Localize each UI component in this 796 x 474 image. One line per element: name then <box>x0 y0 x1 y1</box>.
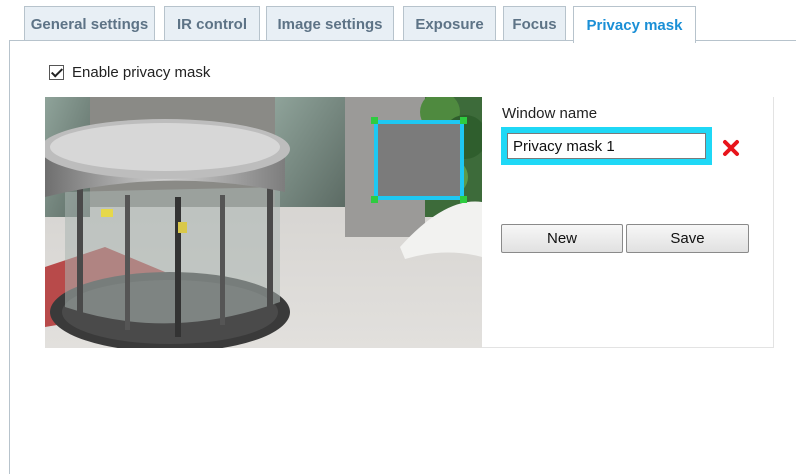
window-name-highlight <box>501 127 712 165</box>
enable-privacy-mask-row[interactable]: Enable privacy mask <box>49 60 210 84</box>
delete-icon[interactable] <box>722 139 740 157</box>
tab-bar: General settings IR control Image settin… <box>0 0 796 43</box>
enable-privacy-mask-checkbox[interactable] <box>49 64 64 80</box>
enable-privacy-mask-label: Enable privacy mask <box>72 63 211 81</box>
resize-handle-bottom-left[interactable] <box>371 196 378 203</box>
window-name-input[interactable] <box>507 133 706 159</box>
tab-privacy-mask[interactable]: Privacy mask <box>573 6 696 43</box>
new-button[interactable]: New <box>501 224 623 253</box>
resize-handle-top-right[interactable] <box>460 117 467 124</box>
camera-preview[interactable] <box>45 97 482 348</box>
save-button[interactable]: Save <box>626 224 749 253</box>
tab-image-settings[interactable]: Image settings <box>266 6 394 41</box>
resize-handle-top-left[interactable] <box>371 117 378 124</box>
tab-general-settings[interactable]: General settings <box>24 6 155 41</box>
tab-exposure[interactable]: Exposure <box>403 6 496 41</box>
mask-editor-panel: Window name New Save <box>482 97 774 348</box>
privacy-mask-region[interactable] <box>374 120 464 200</box>
tab-focus[interactable]: Focus <box>503 6 566 41</box>
resize-handle-bottom-right[interactable] <box>460 196 467 203</box>
tab-ir-control[interactable]: IR control <box>164 6 260 41</box>
window-name-label: Window name <box>502 105 598 122</box>
